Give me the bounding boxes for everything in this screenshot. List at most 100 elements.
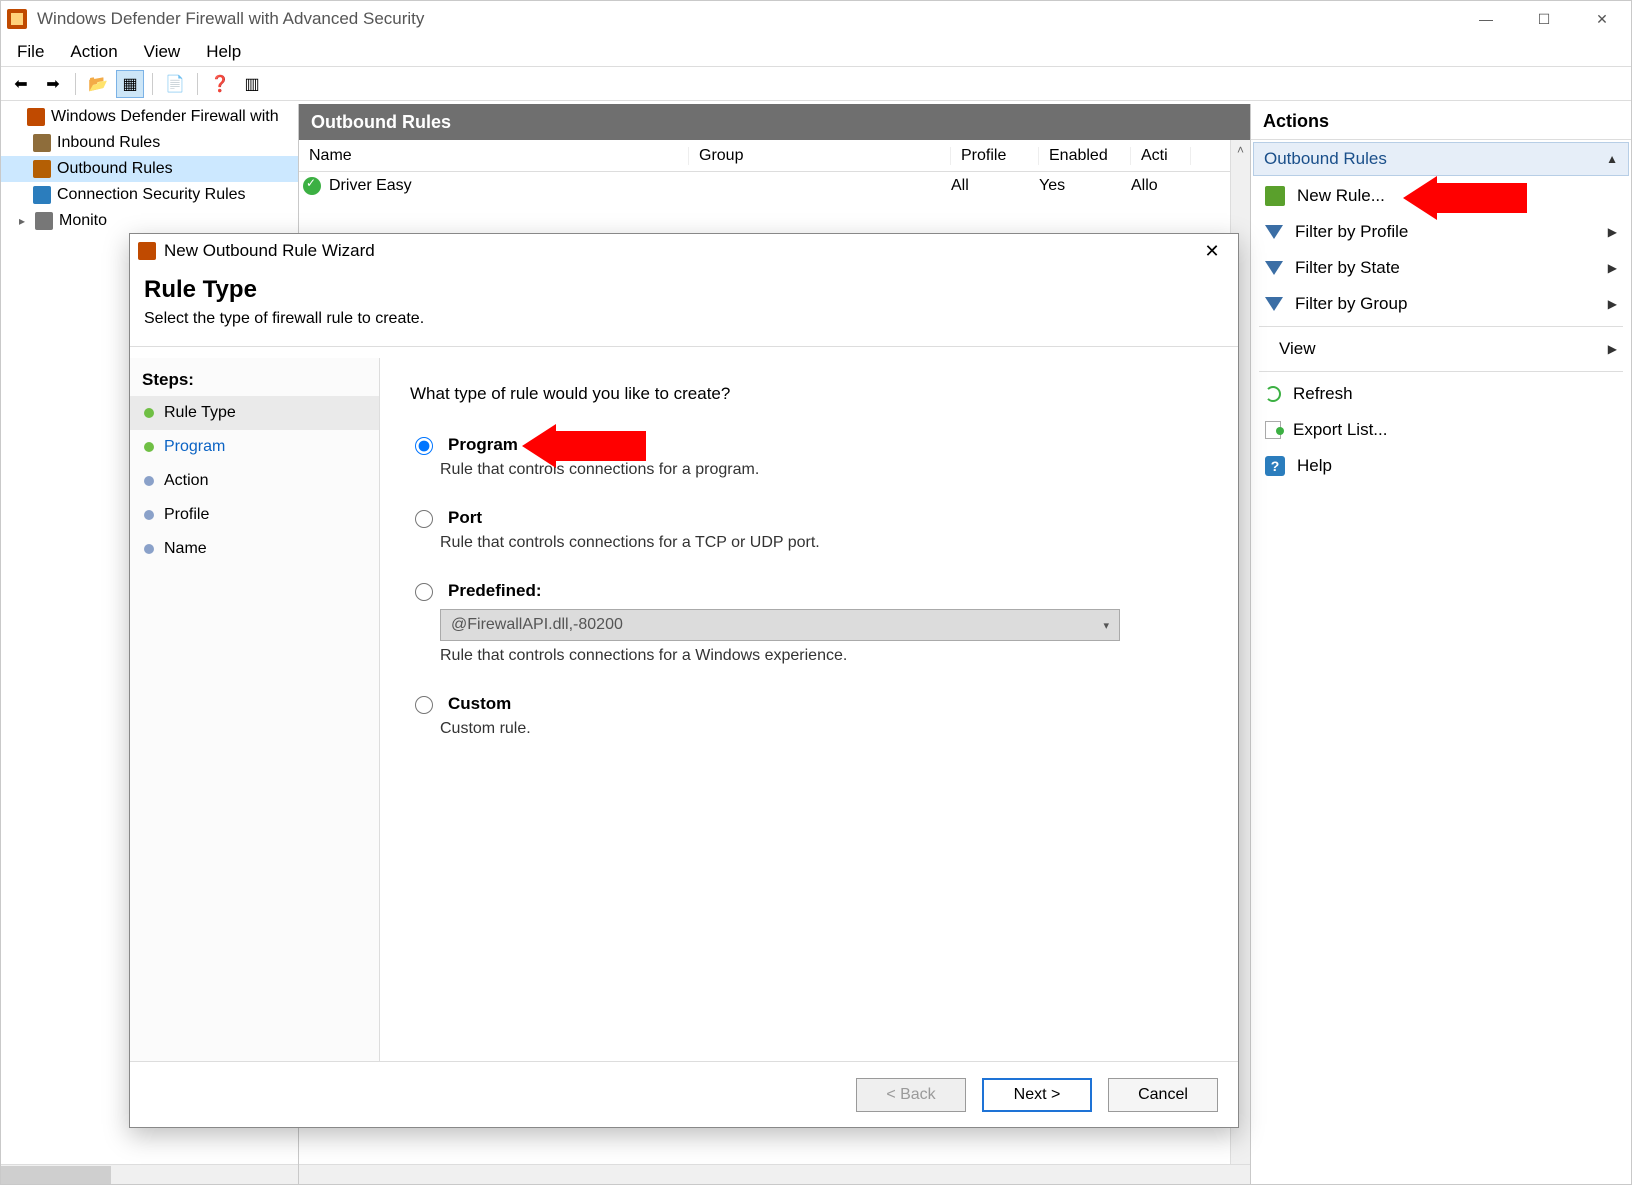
- wizard-question: What type of rule would you like to crea…: [410, 384, 1208, 404]
- export-icon[interactable]: 📄: [161, 70, 189, 98]
- nav-back-icon[interactable]: ⬅: [7, 70, 35, 98]
- show-tree-icon[interactable]: ▦: [116, 70, 144, 98]
- tree-inbound-rules[interactable]: Inbound Rules: [1, 130, 298, 156]
- option-predefined-desc: Rule that controls connections for a Win…: [440, 647, 1208, 665]
- outbound-rules-icon: [33, 160, 51, 178]
- predefined-dropdown[interactable]: @FirewallAPI.dll,-80200 ▾: [440, 609, 1120, 641]
- step-indicator-icon: [144, 510, 154, 520]
- actions-sub-label: Outbound Rules: [1264, 149, 1387, 169]
- col-group[interactable]: Group: [689, 147, 951, 165]
- menu-file[interactable]: File: [17, 42, 44, 62]
- cancel-button[interactable]: Cancel: [1108, 1078, 1218, 1112]
- radio-port[interactable]: [415, 510, 433, 528]
- filter-icon: [1265, 297, 1283, 311]
- separator: [1259, 326, 1623, 327]
- help-icon[interactable]: ❓: [206, 70, 234, 98]
- actions-header: Actions: [1251, 104, 1631, 140]
- radio-custom[interactable]: [415, 696, 433, 714]
- action-filter-state[interactable]: Filter by State ▶: [1251, 250, 1631, 286]
- menu-action[interactable]: Action: [70, 42, 117, 62]
- wizard-subheading: Select the type of firewall rule to crea…: [144, 310, 1224, 328]
- tree-monitoring[interactable]: ▸ Monito: [1, 208, 298, 234]
- wizard-close-button[interactable]: ✕: [1190, 236, 1234, 266]
- option-port-label: Port: [448, 508, 482, 528]
- minimize-button[interactable]: —: [1457, 1, 1515, 37]
- step-indicator-icon: [144, 408, 154, 418]
- tree-connection-security[interactable]: Connection Security Rules: [1, 182, 298, 208]
- actions-pane: Actions Outbound Rules ▲ New Rule... Fil…: [1251, 104, 1631, 1184]
- new-rule-wizard: New Outbound Rule Wizard ✕ Rule Type Sel…: [129, 233, 1239, 1128]
- predefined-value: @FirewallAPI.dll,-80200: [451, 616, 623, 634]
- col-enabled[interactable]: Enabled: [1039, 147, 1131, 165]
- step-indicator-icon: [144, 544, 154, 554]
- maximize-button[interactable]: ☐: [1515, 1, 1573, 37]
- action-filter-group-label: Filter by Group: [1295, 294, 1407, 314]
- action-filter-group[interactable]: Filter by Group ▶: [1251, 286, 1631, 322]
- col-profile[interactable]: Profile: [951, 147, 1039, 165]
- toolbar-separator: [197, 73, 198, 95]
- step-name[interactable]: Name: [130, 532, 379, 566]
- monitoring-icon: [35, 212, 53, 230]
- up-icon[interactable]: 📂: [84, 70, 112, 98]
- close-button[interactable]: ✕: [1573, 1, 1631, 37]
- tree-scrollbar-horizontal[interactable]: [1, 1164, 298, 1184]
- radio-program[interactable]: [415, 437, 433, 455]
- step-indicator-icon: [144, 442, 154, 452]
- action-refresh[interactable]: Refresh: [1251, 376, 1631, 412]
- rule-enabled-check-icon: [303, 177, 321, 195]
- action-refresh-label: Refresh: [1293, 384, 1353, 404]
- radio-predefined[interactable]: [415, 583, 433, 601]
- action-help[interactable]: ? Help: [1251, 448, 1631, 484]
- tree-monitoring-label: Monito: [59, 212, 107, 230]
- inbound-rules-icon: [33, 134, 51, 152]
- col-name[interactable]: Name: [299, 147, 689, 165]
- separator: [1259, 371, 1623, 372]
- rules-list-heading: Outbound Rules: [299, 104, 1250, 140]
- back-button[interactable]: < Back: [856, 1078, 966, 1112]
- option-custom-desc: Custom rule.: [440, 720, 1208, 738]
- filter-icon: [1265, 225, 1283, 239]
- toolbar-separator: [75, 73, 76, 95]
- action-filter-state-label: Filter by State: [1295, 258, 1400, 278]
- menu-view[interactable]: View: [144, 42, 181, 62]
- toolbar-separator: [152, 73, 153, 95]
- action-filter-profile[interactable]: Filter by Profile ▶: [1251, 214, 1631, 250]
- action-export[interactable]: Export List...: [1251, 412, 1631, 448]
- tree-connection-label: Connection Security Rules: [57, 186, 246, 204]
- rules-scrollbar-horizontal[interactable]: [299, 1164, 1250, 1184]
- option-port: Port Rule that controls connections for …: [410, 507, 1208, 552]
- collapse-icon[interactable]: ▲: [1606, 152, 1618, 166]
- connection-security-icon: [33, 186, 51, 204]
- new-rule-icon: [1265, 186, 1285, 206]
- tree-inbound-label: Inbound Rules: [57, 134, 160, 152]
- filter-icon: [1265, 261, 1283, 275]
- col-action[interactable]: Acti: [1131, 147, 1191, 165]
- action-view[interactable]: View ▶: [1251, 331, 1631, 367]
- firewall-app-icon: [7, 9, 27, 29]
- step-rule-type[interactable]: Rule Type: [130, 396, 379, 430]
- rule-row[interactable]: Driver Easy All Yes Allo: [299, 172, 1250, 200]
- tree-root[interactable]: Windows Defender Firewall with: [1, 104, 298, 130]
- rule-action: Allo: [1131, 177, 1191, 195]
- scroll-up-icon[interactable]: ˄: [1231, 140, 1250, 160]
- step-action[interactable]: Action: [130, 464, 379, 498]
- wizard-title: New Outbound Rule Wizard: [164, 241, 375, 261]
- actions-subheader[interactable]: Outbound Rules ▲: [1253, 142, 1629, 176]
- menu-help[interactable]: Help: [206, 42, 241, 62]
- nav-forward-icon[interactable]: ➡: [39, 70, 67, 98]
- option-predefined-label: Predefined:: [448, 581, 542, 601]
- help-icon: ?: [1265, 456, 1285, 476]
- action-new-rule[interactable]: New Rule...: [1251, 178, 1631, 214]
- expand-icon[interactable]: ▸: [15, 214, 29, 228]
- main-window: Windows Defender Firewall with Advanced …: [0, 0, 1632, 1185]
- tree-root-label: Windows Defender Firewall with: [51, 108, 279, 126]
- next-button[interactable]: Next >: [982, 1078, 1092, 1112]
- export-list-icon: [1265, 421, 1281, 439]
- action-view-label: View: [1279, 339, 1316, 359]
- step-profile[interactable]: Profile: [130, 498, 379, 532]
- option-program-desc: Rule that controls connections for a pro…: [440, 461, 1208, 479]
- submenu-icon: ▶: [1608, 342, 1617, 356]
- show-actions-icon[interactable]: ▥: [238, 70, 266, 98]
- tree-outbound-rules[interactable]: Outbound Rules: [1, 156, 298, 182]
- step-program[interactable]: Program: [130, 430, 379, 464]
